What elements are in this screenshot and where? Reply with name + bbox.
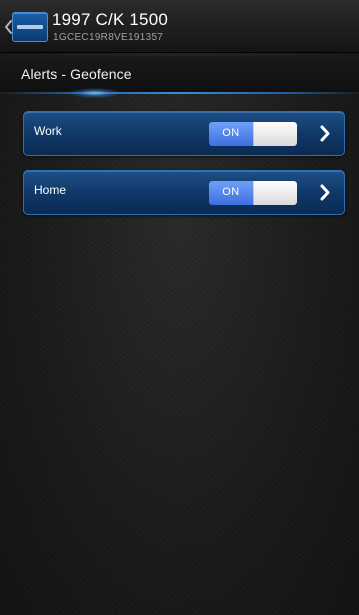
vehicle-title: 1997 C/K 1500 (52, 10, 169, 29)
vehicle-vin: 1GCEC19R8VE191357 (53, 32, 164, 43)
toggle-on-label: ON (222, 127, 240, 139)
toggle-on-segment: ON (209, 122, 253, 146)
geofence-label: Home (34, 183, 67, 197)
geofence-toggle-work[interactable]: ON (209, 122, 297, 146)
geofence-label: Work (34, 124, 62, 138)
section-divider-glow (70, 88, 120, 98)
chevron-right-icon[interactable] (319, 125, 331, 142)
page-title: Alerts - Geofence (21, 66, 132, 82)
geofence-row-work[interactable]: Work ON (23, 111, 345, 156)
toggle-knob[interactable] (253, 122, 297, 146)
vehicle-thumbnail-band (17, 25, 43, 29)
geofence-toggle-home[interactable]: ON (209, 181, 297, 205)
app-screen: 1997 C/K 1500 1GCEC19R8VE191357 Alerts -… (0, 0, 359, 615)
toggle-on-segment: ON (209, 181, 253, 205)
geofence-row-home[interactable]: Home ON (23, 170, 345, 215)
section-divider (0, 92, 359, 94)
vehicle-thumbnail-icon (12, 12, 48, 42)
toggle-knob[interactable] (253, 181, 297, 205)
chevron-right-icon[interactable] (319, 184, 331, 201)
vehicle-header[interactable]: 1997 C/K 1500 1GCEC19R8VE191357 (0, 0, 359, 53)
toggle-on-label: ON (222, 186, 240, 198)
